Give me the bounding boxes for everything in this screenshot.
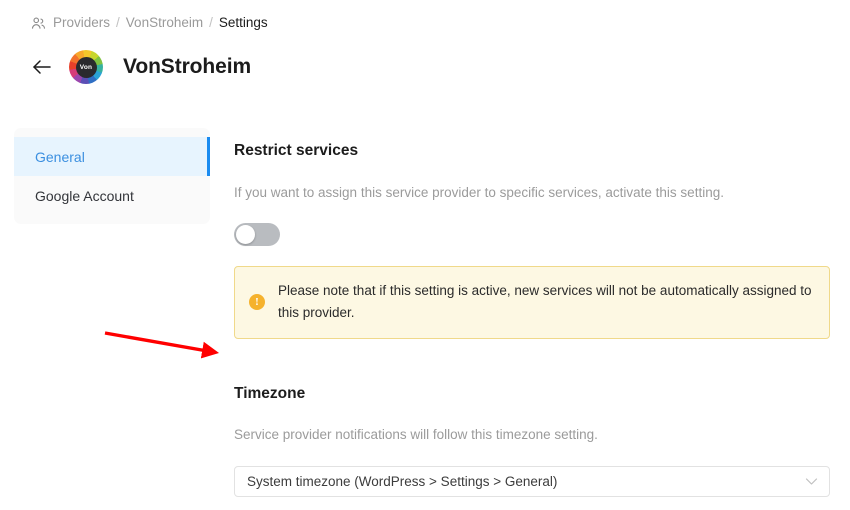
sidebar-item-google-account[interactable]: Google Account: [14, 176, 210, 215]
breadcrumb-item-vonstroheim[interactable]: VonStroheim: [126, 14, 203, 32]
restrict-services-title: Restrict services: [234, 142, 359, 159]
notice-text: Please note that if this setting is acti…: [278, 283, 812, 320]
restrict-services-section: Restrict services If you want to assign …: [234, 140, 832, 339]
settings-sidebar: General Google Account: [14, 128, 210, 224]
toggle-knob: [236, 225, 255, 244]
sidebar-item-label: General: [35, 148, 85, 165]
breadcrumb-item-settings: Settings: [218, 15, 268, 30]
warning-exclamation-icon: !: [249, 294, 265, 310]
settings-page: Providers / VonStroheim / Settings Von V…: [0, 0, 850, 510]
annotation-arrow: [95, 322, 235, 370]
breadcrumb-separator: /: [116, 15, 120, 30]
page-header: Von VonStroheim: [31, 48, 251, 86]
timezone-section: Timezone Service provider notifications …: [234, 383, 832, 497]
timezone-select-value: System timezone (WordPress > Settings > …: [247, 474, 558, 489]
sidebar-item-general[interactable]: General: [14, 137, 210, 176]
chevron-down-icon: [804, 477, 818, 486]
sidebar-item-label: Google Account: [35, 187, 134, 204]
breadcrumb-item-providers[interactable]: Providers: [53, 14, 110, 32]
timezone-select[interactable]: System timezone (WordPress > Settings > …: [234, 466, 830, 497]
page-title: VonStroheim: [123, 55, 252, 78]
timezone-title: Timezone: [234, 385, 306, 402]
timezone-description: Service provider notifications will foll…: [234, 427, 598, 442]
avatar: Von: [69, 50, 103, 84]
restrict-services-notice: ! Please note that if this setting is ac…: [234, 266, 830, 339]
restrict-services-description: If you want to assign this service provi…: [234, 185, 724, 200]
people-icon: [31, 16, 46, 31]
settings-content: Restrict services If you want to assign …: [234, 128, 832, 497]
breadcrumb: Providers / VonStroheim / Settings: [31, 14, 268, 32]
arrow-left-icon[interactable]: [31, 56, 53, 78]
restrict-services-toggle[interactable]: [234, 223, 280, 246]
breadcrumb-separator: /: [209, 15, 213, 30]
avatar-label: Von: [79, 63, 93, 71]
